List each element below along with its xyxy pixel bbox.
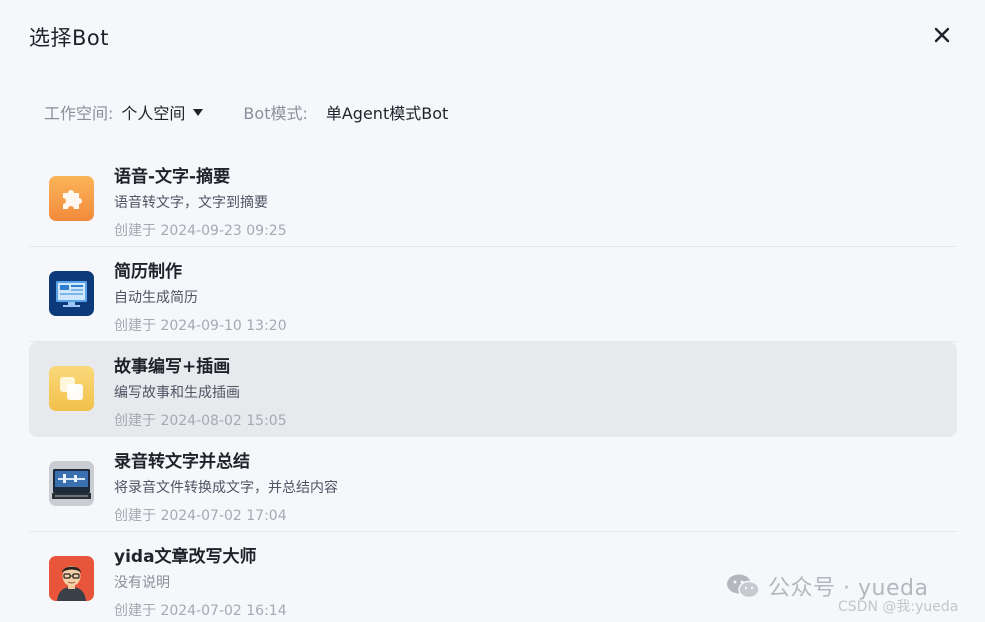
workspace-select[interactable]: 个人空间 (121, 100, 204, 124)
close-icon (934, 27, 950, 43)
bot-created-time: 创建于 2024-07-02 17:04 (114, 508, 287, 524)
bot-item[interactable]: 录音转文字并总结 将录音文件转换成文字，并总结内容 创建于 2024-07-02… (29, 437, 957, 532)
bot-item[interactable]: 故事编写+插画 编写故事和生成插画 创建于 2024-08-02 15:05 (29, 342, 957, 437)
bot-name: 故事编写+插画 (114, 357, 231, 377)
select-bot-dialog: 选择Bot 工作空间: 个人空间 Bot模式: 单Agent模式Bot 语音-文… (0, 0, 985, 622)
bot-item[interactable]: 简历制作 自动生成简历 创建于 2024-09-10 13:20 (29, 247, 957, 342)
person-avatar-icon (49, 556, 94, 601)
bot-name: 录音转文字并总结 (114, 452, 250, 472)
workspace-value: 个人空间 (121, 104, 186, 123)
bot-name: 简历制作 (114, 262, 182, 282)
mode-value: 单Agent模式Bot (325, 104, 449, 123)
monitor-icon (49, 271, 94, 316)
bot-description: 没有说明 (114, 575, 170, 591)
puzzle-icon (49, 176, 94, 221)
wechat-icon (727, 574, 760, 599)
bot-created-time: 创建于 2024-08-02 15:05 (114, 413, 287, 429)
cards-icon (49, 366, 94, 411)
workspace-label: 工作空间: (44, 104, 114, 123)
recorder-icon (49, 461, 94, 506)
bot-description: 自动生成简历 (114, 290, 198, 306)
bot-name: yida文章改写大师 (114, 547, 257, 567)
csdn-watermark: CSDN @我:yueda (838, 599, 959, 615)
bot-description: 将录音文件转换成文字，并总结内容 (114, 480, 338, 496)
bot-description: 编写故事和生成插画 (114, 385, 240, 401)
filter-bar: 工作空间: 个人空间 Bot模式: 单Agent模式Bot (44, 100, 448, 124)
bot-item[interactable]: 语音-文字-摘要 语音转文字，文字到摘要 创建于 2024-09-23 09:2… (29, 152, 957, 247)
bot-name: 语音-文字-摘要 (114, 167, 231, 187)
dialog-title: 选择Bot (29, 26, 109, 50)
bot-created-time: 创建于 2024-09-23 09:25 (114, 223, 287, 239)
bot-description: 语音转文字，文字到摘要 (114, 195, 268, 211)
caret-down-icon (193, 108, 204, 116)
bot-created-time: 创建于 2024-07-02 16:14 (114, 603, 287, 619)
close-button[interactable] (929, 22, 955, 48)
bot-created-time: 创建于 2024-09-10 13:20 (114, 318, 287, 334)
bot-list: 语音-文字-摘要 语音转文字，文字到摘要 创建于 2024-09-23 09:2… (29, 152, 957, 622)
mode-label: Bot模式: (243, 104, 308, 123)
